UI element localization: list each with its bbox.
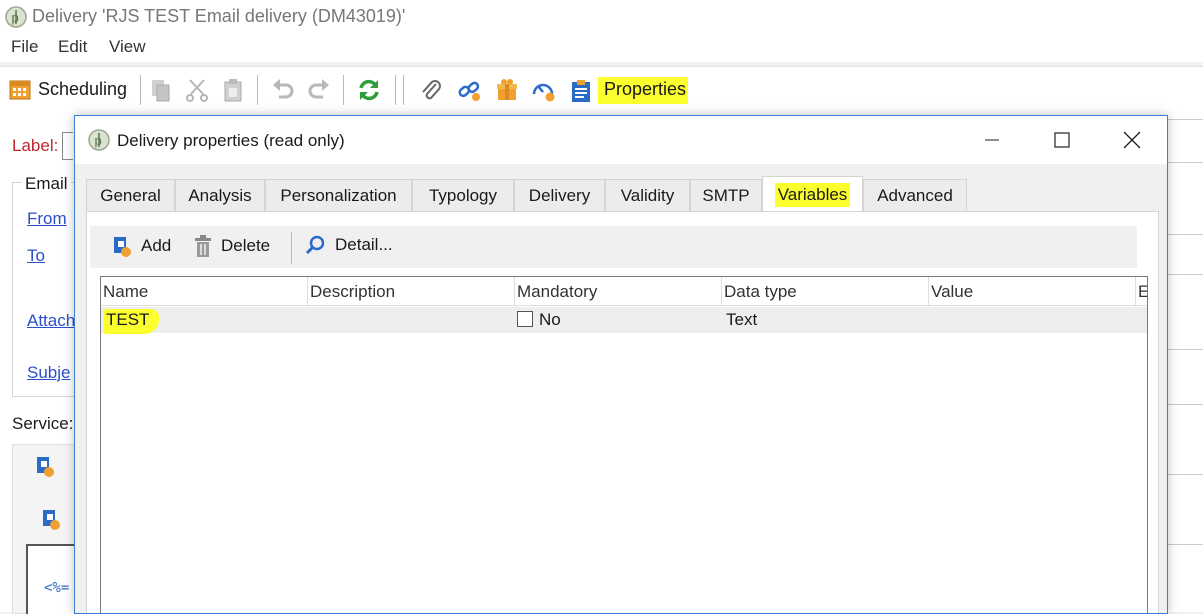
- tab-typology[interactable]: Typology: [412, 179, 514, 211]
- cell-name-text: TEST: [104, 309, 160, 334]
- menu-view[interactable]: View: [109, 37, 146, 57]
- properties-label: Properties: [598, 77, 689, 104]
- attach-link[interactable]: Attach: [27, 311, 75, 331]
- tab-general-label: General: [100, 185, 161, 205]
- tab-delivery[interactable]: Delivery: [514, 179, 605, 211]
- dialog-logo-icon: p: [87, 128, 111, 157]
- tab-advanced-label: Advanced: [877, 185, 953, 205]
- tab-personalization-label: Personalization: [280, 185, 397, 205]
- paste-icon[interactable]: [220, 77, 246, 103]
- cell-name: TEST: [104, 309, 160, 334]
- link-icon[interactable]: [456, 77, 482, 103]
- service-edit-icon[interactable]: [40, 507, 62, 531]
- subject-link[interactable]: Subje: [27, 363, 70, 383]
- toolbar-separator: [291, 232, 292, 264]
- tab-analysis[interactable]: Analysis: [175, 179, 265, 211]
- add-icon: [114, 237, 131, 257]
- column-header-extra[interactable]: Ex: [1136, 277, 1147, 306]
- mandatory-value: No: [539, 310, 561, 329]
- mandatory-checkbox[interactable]: [517, 311, 533, 327]
- close-button[interactable]: [1097, 116, 1167, 164]
- tab-variables[interactable]: Variables: [762, 176, 863, 212]
- tab-personalization[interactable]: Personalization: [265, 179, 412, 211]
- table-row[interactable]: TEST No Text: [101, 307, 1147, 334]
- undo-icon[interactable]: [270, 77, 296, 103]
- properties-button[interactable]: Properties: [570, 77, 689, 104]
- main-title-bar: p Delivery 'RJS TEST Email delivery (DM4…: [0, 0, 1203, 34]
- calendar-icon: [9, 80, 31, 100]
- trash-icon: [195, 235, 211, 257]
- tab-typology-label: Typology: [428, 185, 498, 205]
- minimize-button[interactable]: [957, 116, 1027, 164]
- gauge-icon[interactable]: [530, 77, 556, 103]
- attachment-icon[interactable]: [418, 77, 444, 103]
- tab-variables-label: Variables: [774, 182, 851, 207]
- delete-button[interactable]: Delete: [193, 234, 270, 258]
- svg-text:p: p: [95, 133, 102, 148]
- main-toolbar: Scheduling Properties: [0, 66, 1203, 115]
- delete-label: Delete: [221, 236, 271, 255]
- variables-toolbar: Add Delete Detail...: [90, 226, 1137, 268]
- add-label: Add: [141, 236, 172, 255]
- code-editor[interactable]: [26, 544, 76, 614]
- redo-icon[interactable]: [306, 77, 332, 103]
- gift-icon[interactable]: [494, 77, 520, 103]
- delivery-properties-dialog: p Delivery properties (read only) Genera…: [74, 115, 1168, 614]
- tab-smtp[interactable]: SMTP: [690, 179, 762, 211]
- add-button[interactable]: Add: [111, 234, 171, 258]
- label-field-label: Label:: [12, 136, 59, 155]
- label-input[interactable]: [62, 132, 73, 160]
- app-logo-icon: p: [4, 5, 28, 34]
- tab-smtp-label: SMTP: [702, 185, 750, 205]
- scheduling-label: Scheduling: [38, 78, 128, 99]
- column-header-mandatory[interactable]: Mandatory: [515, 277, 722, 306]
- tab-delivery-label: Delivery: [528, 185, 591, 205]
- copy-icon[interactable]: [148, 77, 174, 103]
- tab-validity-label: Validity: [620, 185, 675, 205]
- services-label: Service:: [12, 414, 74, 433]
- window-title: Delivery 'RJS TEST Email delivery (DM430…: [32, 6, 406, 26]
- column-header-description[interactable]: Description: [308, 277, 515, 306]
- to-link[interactable]: To: [27, 246, 45, 266]
- svg-text:p: p: [12, 10, 19, 25]
- code-snippet: <%=: [44, 580, 70, 596]
- refresh-icon[interactable]: [356, 77, 382, 103]
- clipboard-icon: [572, 79, 590, 102]
- cell-mandatory[interactable]: No: [517, 310, 561, 330]
- from-link[interactable]: From: [27, 209, 67, 229]
- variables-grid: Name Description Mandatory Data type Val…: [100, 276, 1148, 613]
- cut-icon[interactable]: [184, 77, 210, 103]
- tab-advanced[interactable]: Advanced: [863, 179, 967, 211]
- dialog-title: Delivery properties (read only): [117, 131, 345, 150]
- maximize-icon: [1054, 132, 1070, 148]
- menu-edit[interactable]: Edit: [58, 37, 87, 57]
- cell-data-type: Text: [726, 310, 758, 329]
- column-header-value[interactable]: Value: [929, 277, 1136, 306]
- maximize-button[interactable]: [1027, 116, 1097, 164]
- tab-general[interactable]: General: [86, 179, 175, 211]
- dialog-title-bar: p Delivery properties (read only): [75, 116, 1167, 164]
- tab-validity[interactable]: Validity: [605, 179, 690, 211]
- email-group-label: Email: [22, 174, 71, 194]
- close-icon: [1123, 131, 1141, 149]
- detail-button[interactable]: Detail...: [305, 234, 393, 256]
- menu-bar: File Edit View: [0, 34, 1203, 62]
- dialog-body: General Analysis Personalization Typolog…: [75, 164, 1167, 613]
- column-header-data-type[interactable]: Data type: [722, 277, 929, 306]
- tab-analysis-label: Analysis: [188, 185, 252, 205]
- service-add-icon[interactable]: [34, 454, 56, 478]
- magnifier-icon: [305, 235, 325, 255]
- menu-file[interactable]: File: [11, 37, 38, 57]
- scheduling-button[interactable]: Scheduling: [8, 77, 127, 101]
- detail-label: Detail...: [335, 235, 393, 254]
- column-header-name[interactable]: Name: [101, 277, 308, 306]
- minimize-icon: [985, 139, 999, 141]
